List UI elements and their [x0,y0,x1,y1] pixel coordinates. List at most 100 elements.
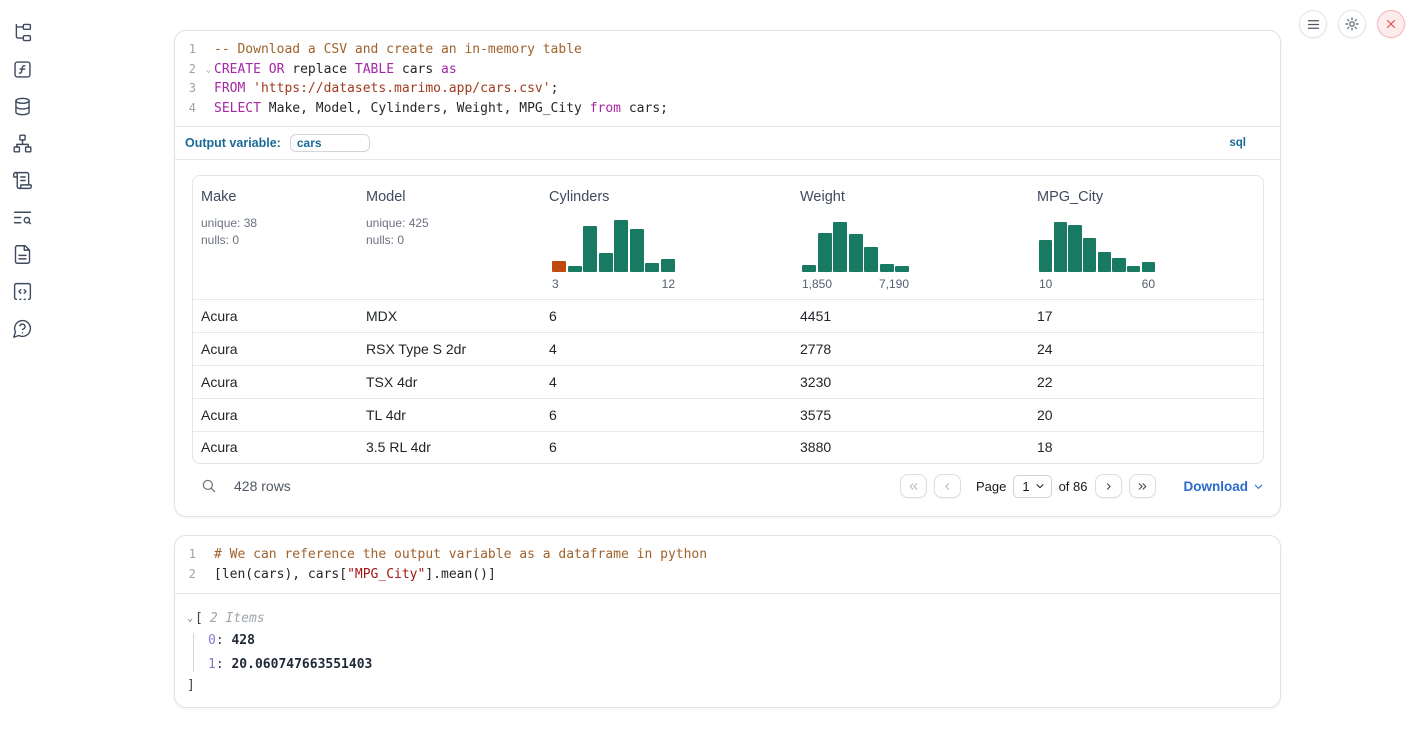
histogram-bar[interactable] [583,226,597,273]
tree-items: 0: 4281: 20.060747663551403 [193,633,1264,672]
table-cell: Acura [193,374,358,390]
code-line[interactable]: 1-- Download a CSV and create an in-memo… [175,40,1280,60]
histogram-bar[interactable] [880,264,894,273]
histogram-bar[interactable] [599,253,613,273]
histogram-bar[interactable] [864,247,878,272]
sidebar-documentation-button[interactable] [11,243,33,265]
item-index: 0 [208,633,216,648]
tree-item: 1: 20.060747663551403 [208,657,1264,672]
sidebar-file-explorer-button[interactable] [11,21,33,43]
histogram-min-label: 1,850 [802,277,832,291]
code-line[interactable]: 2[len(cars), cars["MPG_City"].mean()] [175,565,1280,585]
line-number: 3 [189,79,196,99]
table-row[interactable]: AcuraRSX Type S 2dr4277824 [193,332,1263,365]
hamburger-menu-icon [1306,17,1321,32]
histogram-bar[interactable] [895,266,909,273]
left-panel-sidebar [0,0,44,729]
fold-chevron-icon[interactable]: ⌄ [206,61,211,81]
chevron-down-icon [1253,481,1264,492]
tree-item-count: 2 Items [210,611,265,626]
table-cell: 17 [1029,308,1263,324]
sidebar-datasources-button[interactable] [11,95,33,117]
page-label: Page [976,479,1006,494]
sql-cell: 1-- Download a CSV and create an in-memo… [174,30,1281,517]
histogram-bar[interactable] [833,222,847,273]
histogram-bar[interactable] [1054,222,1067,273]
column-header-make[interactable]: Makeunique: 38nulls: 0 [193,176,358,299]
histogram-bar[interactable] [1098,252,1111,272]
histogram-bar[interactable] [1039,240,1052,272]
sql-code-editor[interactable]: 1-- Download a CSV and create an in-memo… [175,31,1280,126]
notebook-cells: 1-- Download a CSV and create an in-memo… [174,30,1281,708]
collapse-chevron-icon[interactable]: ⌄ [187,613,193,624]
sidebar-variables-button[interactable] [11,58,33,80]
histogram-bar[interactable] [1068,225,1081,272]
menu-button[interactable] [1299,10,1327,38]
python-code-editor[interactable]: 1# We can reference the output variable … [175,536,1280,592]
search-button[interactable] [200,477,218,495]
sidebar-help-button[interactable] [11,317,33,339]
next-page-button[interactable] [1095,474,1122,498]
code-line[interactable]: 4SELECT Make, Model, Cylinders, Weight, … [175,99,1280,119]
histogram-bar[interactable] [552,261,566,272]
histogram-bar[interactable] [661,259,675,272]
code-line[interactable]: 2⌄CREATE OR replace TABLE cars as [175,60,1280,80]
output-variable-input[interactable] [290,134,370,152]
chevrons-right-icon [1136,480,1149,493]
code-text: FROM 'https://datasets.marimo.app/cars.c… [214,79,558,99]
histogram-bar[interactable] [630,229,644,272]
histogram-bar[interactable] [802,265,816,272]
table-row[interactable]: AcuraMDX6445117 [193,299,1263,332]
page-select-value: 1 [1022,479,1029,494]
histogram-bar[interactable] [818,233,832,273]
snippets-icon [12,281,33,302]
table-header: Makeunique: 38nulls: 0Modelunique: 425nu… [193,176,1263,299]
code-text: SELECT Make, Model, Cylinders, Weight, M… [214,99,668,119]
previous-page-button[interactable] [934,474,961,498]
list-search-icon [12,207,33,228]
histogram-bar[interactable] [614,220,628,272]
table-row[interactable]: Acura3.5 RL 4dr6388018 [193,431,1263,464]
histogram-bar[interactable] [849,234,863,273]
sidebar-dependency-graph-button[interactable] [11,132,33,154]
last-page-button[interactable] [1129,474,1156,498]
table-output: Makeunique: 38nulls: 0Modelunique: 425nu… [175,160,1280,516]
sidebar-scratchpad-button[interactable] [11,169,33,191]
download-button[interactable]: Download [1184,479,1265,494]
chevrons-left-icon [907,480,920,493]
column-header-weight[interactable]: Weight 1,8507,190 [792,176,1029,299]
column-name: Weight [800,189,1021,205]
first-page-button[interactable] [900,474,927,498]
column-stats: unique: 425nulls: 0 [366,215,533,248]
column-header-model[interactable]: Modelunique: 425nulls: 0 [358,176,541,299]
column-header-cylinders[interactable]: Cylinders312 [541,176,792,299]
stat-line: unique: 38 [201,215,350,232]
table-cell: 6 [541,439,792,455]
histogram-bar[interactable] [1112,258,1125,273]
histogram-bar[interactable] [1127,266,1140,272]
histogram-bar[interactable] [568,266,582,272]
shutdown-button[interactable] [1377,10,1405,38]
column-histogram: 1,8507,190 [800,217,1021,291]
page-select[interactable]: 1 [1013,475,1051,498]
chevron-down-icon [1035,481,1045,491]
search-icon [200,477,218,495]
histogram-bar[interactable] [1083,238,1096,273]
sidebar-snippets-button[interactable] [11,280,33,302]
table-row[interactable]: AcuraTSX 4dr4323022 [193,365,1263,398]
column-name: MPG_City [1037,189,1255,205]
item-colon: : [216,633,232,648]
table-row[interactable]: AcuraTL 4dr6357520 [193,398,1263,431]
settings-button[interactable] [1338,10,1366,38]
histogram-bar[interactable] [645,263,659,272]
sidebar-logs-button[interactable] [11,206,33,228]
line-gutter: 1 [175,545,214,565]
column-header-mpg_city[interactable]: MPG_City1060 [1029,176,1263,299]
histogram-bar[interactable] [1142,262,1155,272]
code-line[interactable]: 3 FROM 'https://datasets.marimo.app/cars.… [175,79,1280,99]
output-variable-row: Output variable: sql [175,127,1280,160]
table-cell: 22 [1029,374,1263,390]
column-name: Cylinders [549,189,784,205]
code-line[interactable]: 1# We can reference the output variable … [175,545,1280,565]
language-badge: sql [1229,137,1246,149]
